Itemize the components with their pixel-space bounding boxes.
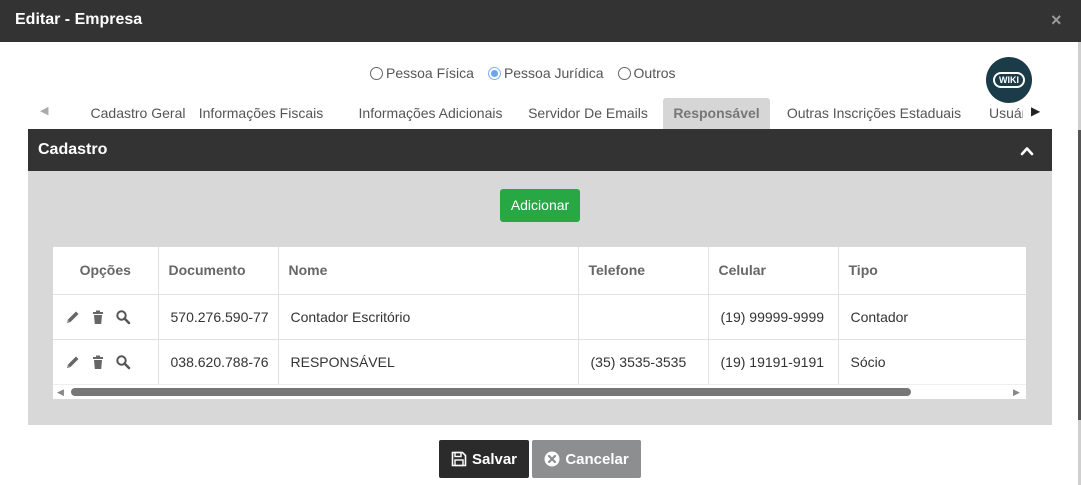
tab-informacoes-fiscais[interactable]: Informações Fiscais (186, 98, 336, 129)
cancel-label: Cancelar (565, 450, 629, 468)
pencil-icon[interactable] (65, 309, 81, 325)
tab-bar: ◀ Cadastro Geral Informações Fiscais Inf… (28, 98, 1052, 129)
scroll-right-arrow-icon[interactable]: ▶ (1013, 387, 1020, 398)
radio-checked-icon[interactable] (487, 66, 501, 80)
close-icon[interactable]: × (1051, 10, 1065, 30)
cell-tipo: Contador (838, 294, 1026, 340)
window-titlebar: Editar - Empresa × (0, 0, 1081, 42)
cell-nome: RESPONSÁVEL (278, 339, 579, 385)
scroll-left-arrow-icon[interactable]: ◀ (57, 387, 64, 398)
add-button[interactable]: Adicionar (500, 189, 580, 222)
cell-telefone (578, 294, 709, 340)
cancel-circle-icon (544, 451, 560, 467)
tab-usuarios[interactable]: Usuários (989, 98, 1023, 129)
cadastro-panel: Cadastro Adicionar Opções Documento Nome… (28, 129, 1052, 425)
window-title: Editar - Empresa (15, 11, 143, 28)
wiki-label: WIKI (993, 72, 1025, 88)
tab-responsavel[interactable]: Responsável (663, 98, 770, 129)
horizontal-scrollbar[interactable]: ◀ ▶ (53, 384, 1026, 399)
responsaveis-table: Opções Documento Nome Telefone Celular T… (53, 247, 1026, 399)
cell-celular: (19) 19191-9191 (708, 339, 839, 385)
cell-documento: 570.276.590-77 (158, 294, 279, 340)
column-header-telefone[interactable]: Telefone (578, 247, 709, 295)
radio-label: Pessoa Jurídica (503, 65, 604, 81)
tab-outras-inscricoes-estaduais[interactable]: Outras Inscrições Estaduais (780, 98, 968, 129)
cell-celular: (19) 99999-9999 (708, 294, 839, 340)
cell-documento: 038.620.788-76 (158, 339, 279, 385)
table-row: 038.620.788-76 RESPONSÁVEL (35) 3535-353… (53, 339, 1026, 385)
panel-header[interactable]: Cadastro (28, 129, 1052, 171)
row-options (53, 294, 159, 340)
person-type-radio-group: Pessoa Física Pessoa Jurídica Outros (370, 64, 690, 82)
chevron-up-icon[interactable] (1020, 144, 1034, 158)
search-icon[interactable] (115, 309, 131, 325)
tab-scroll-left-icon[interactable]: ◀ (40, 104, 48, 117)
wiki-button[interactable]: WIKI (986, 57, 1032, 103)
save-button[interactable]: Salvar (439, 440, 529, 478)
radio-pessoa-juridica[interactable]: Pessoa Jurídica (487, 65, 604, 81)
cell-nome: Contador Escritório (278, 294, 579, 340)
column-header-nome[interactable]: Nome (278, 247, 579, 295)
radio-label: Outros (633, 65, 676, 81)
cell-tipo: Sócio (838, 339, 1026, 385)
table-header-row: Opções Documento Nome Telefone Celular T… (53, 247, 1026, 295)
table-row: 570.276.590-77 Contador Escritório (19) … (53, 294, 1026, 340)
radio-pessoa-fisica[interactable]: Pessoa Física (370, 65, 474, 81)
trash-icon[interactable] (90, 354, 106, 370)
tab-scroll-right-icon[interactable]: ▶ (1031, 104, 1040, 118)
floppy-disk-icon (451, 451, 467, 467)
scrollbar-thumb[interactable] (71, 388, 911, 396)
column-header-celular[interactable]: Celular (708, 247, 839, 295)
panel-title: Cadastro (38, 141, 108, 158)
cell-telefone: (35) 3535-3535 (578, 339, 709, 385)
pencil-icon[interactable] (65, 354, 81, 370)
radio-circle-icon[interactable] (617, 66, 631, 80)
trash-icon[interactable] (90, 309, 106, 325)
row-options (53, 339, 159, 385)
column-header-opcoes: Opções (53, 247, 159, 295)
search-icon[interactable] (115, 354, 131, 370)
column-header-tipo[interactable]: Tipo (838, 247, 1026, 295)
cancel-button[interactable]: Cancelar (532, 440, 641, 478)
tab-servidor-de-emails[interactable]: Servidor De Emails (522, 98, 654, 129)
radio-outros[interactable]: Outros (617, 65, 676, 81)
save-label: Salvar (471, 450, 518, 468)
radio-label: Pessoa Física (386, 65, 474, 81)
radio-circle-icon[interactable] (370, 66, 383, 80)
tab-informacoes-adicionais[interactable]: Informações Adicionais (343, 98, 518, 129)
column-header-documento[interactable]: Documento (158, 247, 279, 295)
